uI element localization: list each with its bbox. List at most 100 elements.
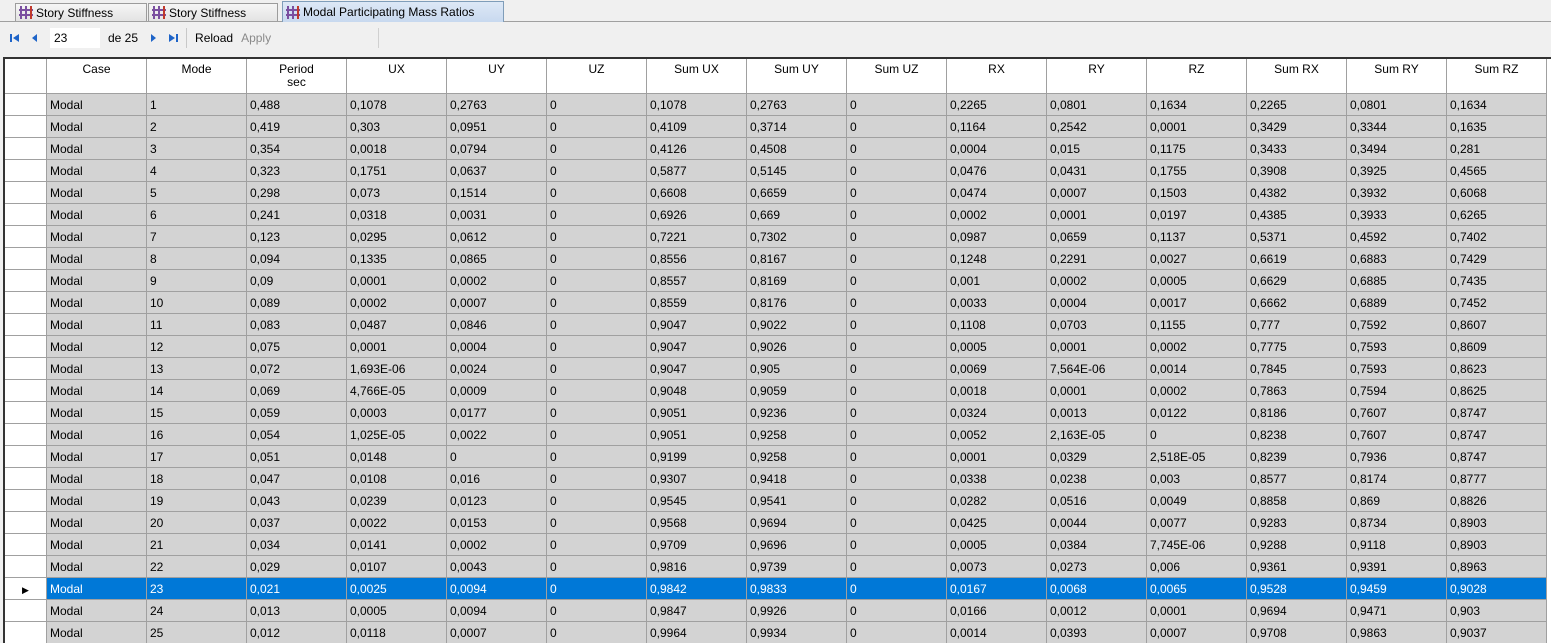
table-cell[interactable]: 0,043: [246, 489, 347, 512]
column-header-sum-ry[interactable]: Sum RY: [1346, 59, 1447, 94]
table-cell[interactable]: 0,0031: [446, 203, 547, 226]
table-cell[interactable]: 0: [446, 445, 547, 468]
table-cell[interactable]: 0,9528: [1246, 577, 1347, 600]
row-header[interactable]: [5, 555, 47, 578]
table-cell[interactable]: 0,2291: [1046, 247, 1147, 270]
table-row[interactable]: ▶ Modal 23 0,021 0,0025 0,0094 0 0,9842 0,9833 0 0…: [5, 577, 1547, 600]
table-cell[interactable]: 0: [846, 577, 947, 600]
table-cell[interactable]: 0,9696: [746, 533, 847, 556]
row-header[interactable]: [5, 203, 47, 226]
table-cell[interactable]: 0,5145: [746, 159, 847, 182]
table-row[interactable]: Modal 12 0,075 0,0001 0,0004 0 0,9047 0,9026 0 0,…: [5, 335, 1547, 358]
table-cell[interactable]: 12: [146, 335, 247, 358]
row-header[interactable]: ▶: [5, 577, 47, 600]
table-cell[interactable]: 0: [846, 247, 947, 270]
table-cell[interactable]: 0,9568: [646, 511, 747, 534]
table-cell[interactable]: Modal: [46, 379, 147, 402]
table-cell[interactable]: 13: [146, 357, 247, 380]
table-cell[interactable]: 0,0431: [1046, 159, 1147, 182]
table-row[interactable]: Modal 6 0,241 0,0318 0,0031 0 0,6926 0,669 0 0,00…: [5, 203, 1547, 226]
table-cell[interactable]: 0,8858: [1246, 489, 1347, 512]
table-cell[interactable]: 0,0004: [946, 137, 1047, 160]
modal-mass-ratios-grid[interactable]: Case Mode Period sec UX UY UZ Sum UX Sum UY Sum U…: [3, 57, 1551, 643]
table-row[interactable]: Modal 9 0,09 0,0001 0,0002 0 0,8557 0,8169 0 0,00…: [5, 269, 1547, 292]
table-cell[interactable]: 0,0951: [446, 115, 547, 138]
table-cell[interactable]: 0,0003: [346, 401, 447, 424]
table-cell[interactable]: 0,0001: [1146, 115, 1247, 138]
table-cell[interactable]: 2,163E-05: [1046, 423, 1147, 446]
table-cell[interactable]: 0,006: [1146, 555, 1247, 578]
table-cell[interactable]: 0: [846, 159, 947, 182]
table-cell[interactable]: 0,047: [246, 467, 347, 490]
table-cell[interactable]: 0,0025: [346, 577, 447, 600]
table-cell[interactable]: 0,7592: [1346, 313, 1447, 336]
table-cell[interactable]: 0: [846, 379, 947, 402]
table-cell[interactable]: 0,4565: [1446, 159, 1547, 182]
table-cell[interactable]: 0,4382: [1246, 181, 1347, 204]
table-cell[interactable]: 0,6068: [1446, 181, 1547, 204]
table-cell[interactable]: Modal: [46, 159, 147, 182]
table-cell[interactable]: 0,2763: [746, 93, 847, 116]
table-cell[interactable]: 0,7863: [1246, 379, 1347, 402]
table-cell[interactable]: 7,745E-06: [1146, 533, 1247, 556]
table-cell[interactable]: 0,0318: [346, 203, 447, 226]
table-cell[interactable]: 0,0153: [446, 511, 547, 534]
table-cell[interactable]: 0: [846, 401, 947, 424]
table-cell[interactable]: 0,0052: [946, 423, 1047, 446]
row-header[interactable]: [5, 533, 47, 556]
table-cell[interactable]: 0,9842: [646, 577, 747, 600]
table-cell[interactable]: 0,3908: [1246, 159, 1347, 182]
table-cell[interactable]: 24: [146, 599, 247, 622]
row-header[interactable]: [5, 93, 47, 116]
table-cell[interactable]: 0: [846, 555, 947, 578]
table-cell[interactable]: 9: [146, 269, 247, 292]
table-cell[interactable]: 0,0013: [1046, 401, 1147, 424]
table-cell[interactable]: 0,0001: [1046, 379, 1147, 402]
table-cell[interactable]: 0: [546, 247, 647, 270]
table-cell[interactable]: 0: [846, 93, 947, 116]
table-cell[interactable]: 0,1164: [946, 115, 1047, 138]
table-cell[interactable]: 0,0001: [1046, 203, 1147, 226]
table-cell[interactable]: 0,777: [1246, 313, 1347, 336]
table-cell[interactable]: Modal: [46, 489, 147, 512]
table-cell[interactable]: 0,8625: [1446, 379, 1547, 402]
column-header-sum-uz[interactable]: Sum UZ: [846, 59, 947, 94]
table-cell[interactable]: 0,0703: [1046, 313, 1147, 336]
table-cell[interactable]: Modal: [46, 555, 147, 578]
table-cell[interactable]: 0,0612: [446, 225, 547, 248]
column-header-period[interactable]: Period sec: [246, 59, 347, 94]
table-cell[interactable]: 0,6926: [646, 203, 747, 226]
table-cell[interactable]: 0: [846, 335, 947, 358]
table-cell[interactable]: 0: [846, 137, 947, 160]
column-header-mode[interactable]: Mode: [146, 59, 247, 94]
table-cell[interactable]: 0: [846, 511, 947, 534]
table-cell[interactable]: 0,0004: [446, 335, 547, 358]
table-cell[interactable]: 0,8167: [746, 247, 847, 270]
table-cell[interactable]: Modal: [46, 269, 147, 292]
table-cell[interactable]: 0,3932: [1346, 181, 1447, 204]
row-header[interactable]: [5, 115, 47, 138]
table-cell[interactable]: 0,0487: [346, 313, 447, 336]
table-cell[interactable]: 0,0801: [1046, 93, 1147, 116]
table-cell[interactable]: 0: [546, 159, 647, 182]
table-cell[interactable]: 0,7452: [1446, 291, 1547, 314]
row-header[interactable]: [5, 181, 47, 204]
table-cell[interactable]: 3: [146, 137, 247, 160]
table-cell[interactable]: 0,0049: [1146, 489, 1247, 512]
table-cell[interactable]: 0,8609: [1446, 335, 1547, 358]
first-page-icon[interactable]: [6, 29, 24, 47]
table-cell[interactable]: 0: [546, 445, 647, 468]
row-header[interactable]: [5, 137, 47, 160]
table-cell[interactable]: 0,0014: [946, 621, 1047, 643]
table-cell[interactable]: 0,419: [246, 115, 347, 138]
row-header[interactable]: [5, 159, 47, 182]
table-cell[interactable]: Modal: [46, 225, 147, 248]
table-cell[interactable]: 0: [546, 291, 647, 314]
table-cell[interactable]: 0,0425: [946, 511, 1047, 534]
table-cell[interactable]: 0: [846, 445, 947, 468]
table-row[interactable]: Modal 17 0,051 0,0148 0 0 0,9199 0,9258 0 0,0001 0…: [5, 445, 1547, 468]
table-cell[interactable]: Modal: [46, 599, 147, 622]
table-cell[interactable]: 0,303: [346, 115, 447, 138]
table-cell[interactable]: 0,9709: [646, 533, 747, 556]
table-cell[interactable]: 0,3429: [1246, 115, 1347, 138]
